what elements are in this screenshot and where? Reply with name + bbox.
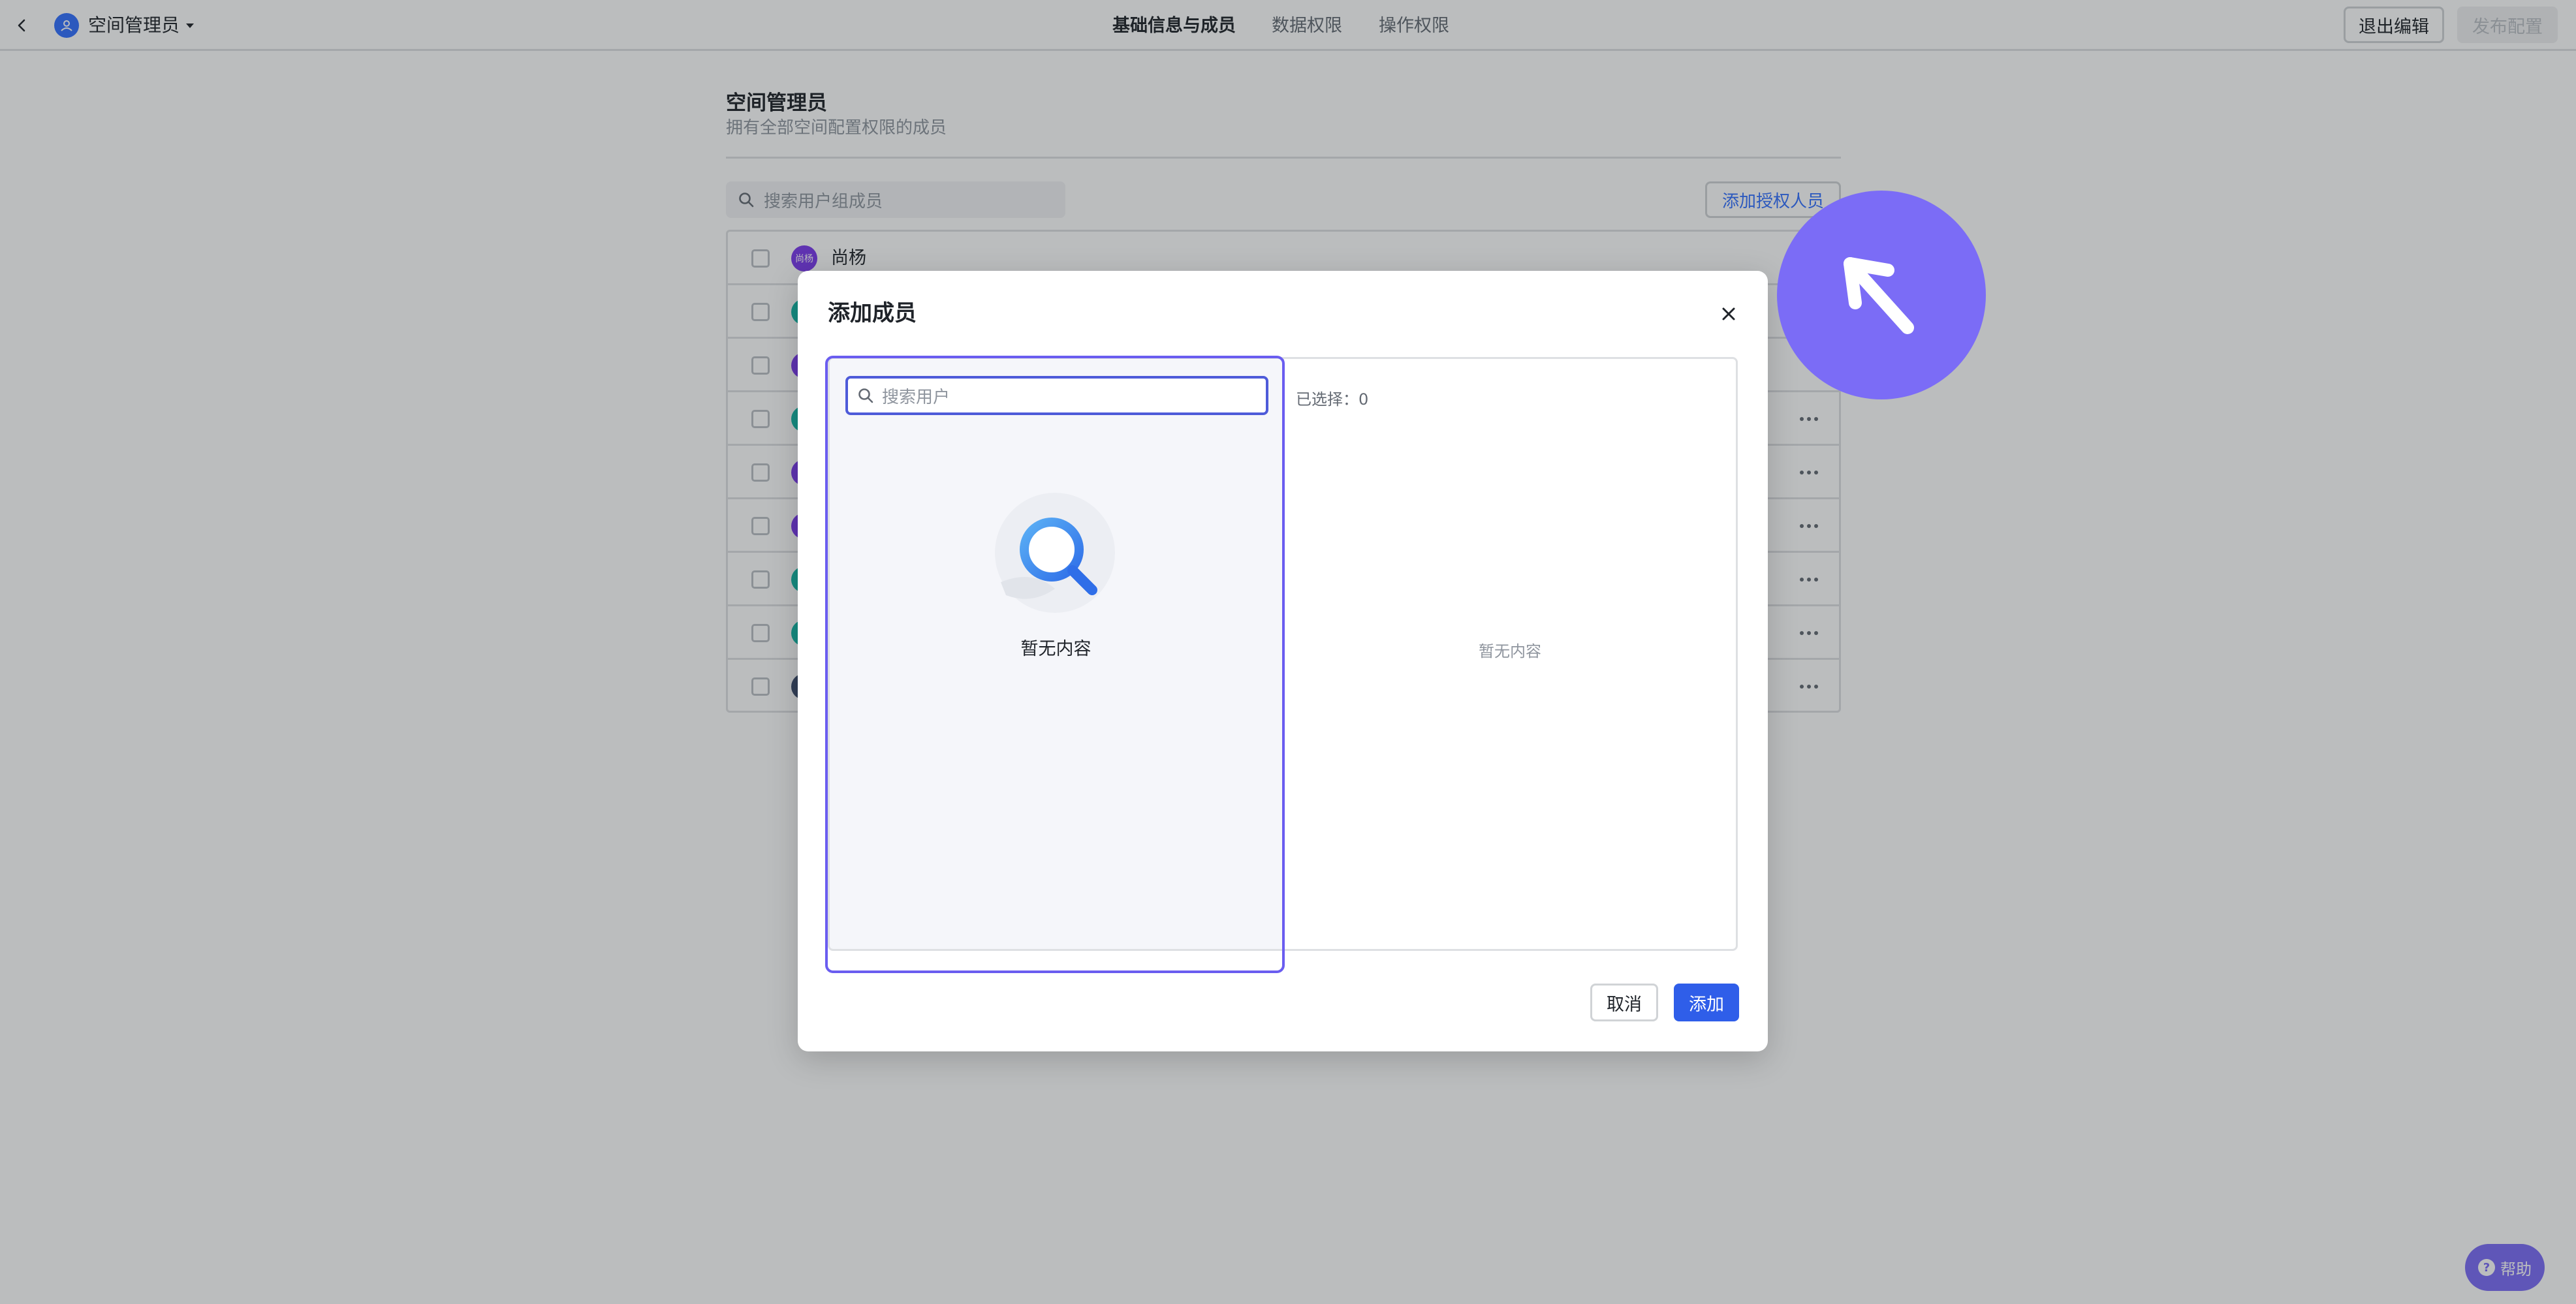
close-icon[interactable] (1718, 303, 1739, 324)
user-picker-pane: 搜索用户 暂无内容 (828, 357, 1282, 951)
selected-empty-text: 暂无内容 (1479, 642, 1541, 660)
cancel-button[interactable]: 取消 (1590, 984, 1658, 1021)
user-search-input[interactable]: 搜索用户 (845, 376, 1268, 415)
arrow-up-left-icon (1844, 257, 1914, 334)
add-button[interactable]: 添加 (1674, 984, 1739, 1021)
empty-state-text: 暂无内容 (1020, 639, 1092, 659)
search-icon (858, 388, 873, 403)
user-search-placeholder: 搜索用户 (882, 387, 950, 407)
add-member-dialog: 添加成员 搜索用户 暂无内容 已选择：0 暂无内容 取消 添加 (798, 271, 1768, 1051)
selected-users-pane: 已选择：0 暂无内容 (1282, 357, 1738, 951)
magnifier-empty-icon (995, 493, 1115, 613)
pointer-cue (1777, 191, 1986, 399)
selected-count: 已选择：0 (1296, 390, 1369, 409)
dialog-title: 添加成员 (828, 300, 917, 326)
app-root: 空间管理员 基础信息与成员 数据权限 操作权限 退出编辑 发布配置 空间管理员 … (0, 0, 2576, 1304)
